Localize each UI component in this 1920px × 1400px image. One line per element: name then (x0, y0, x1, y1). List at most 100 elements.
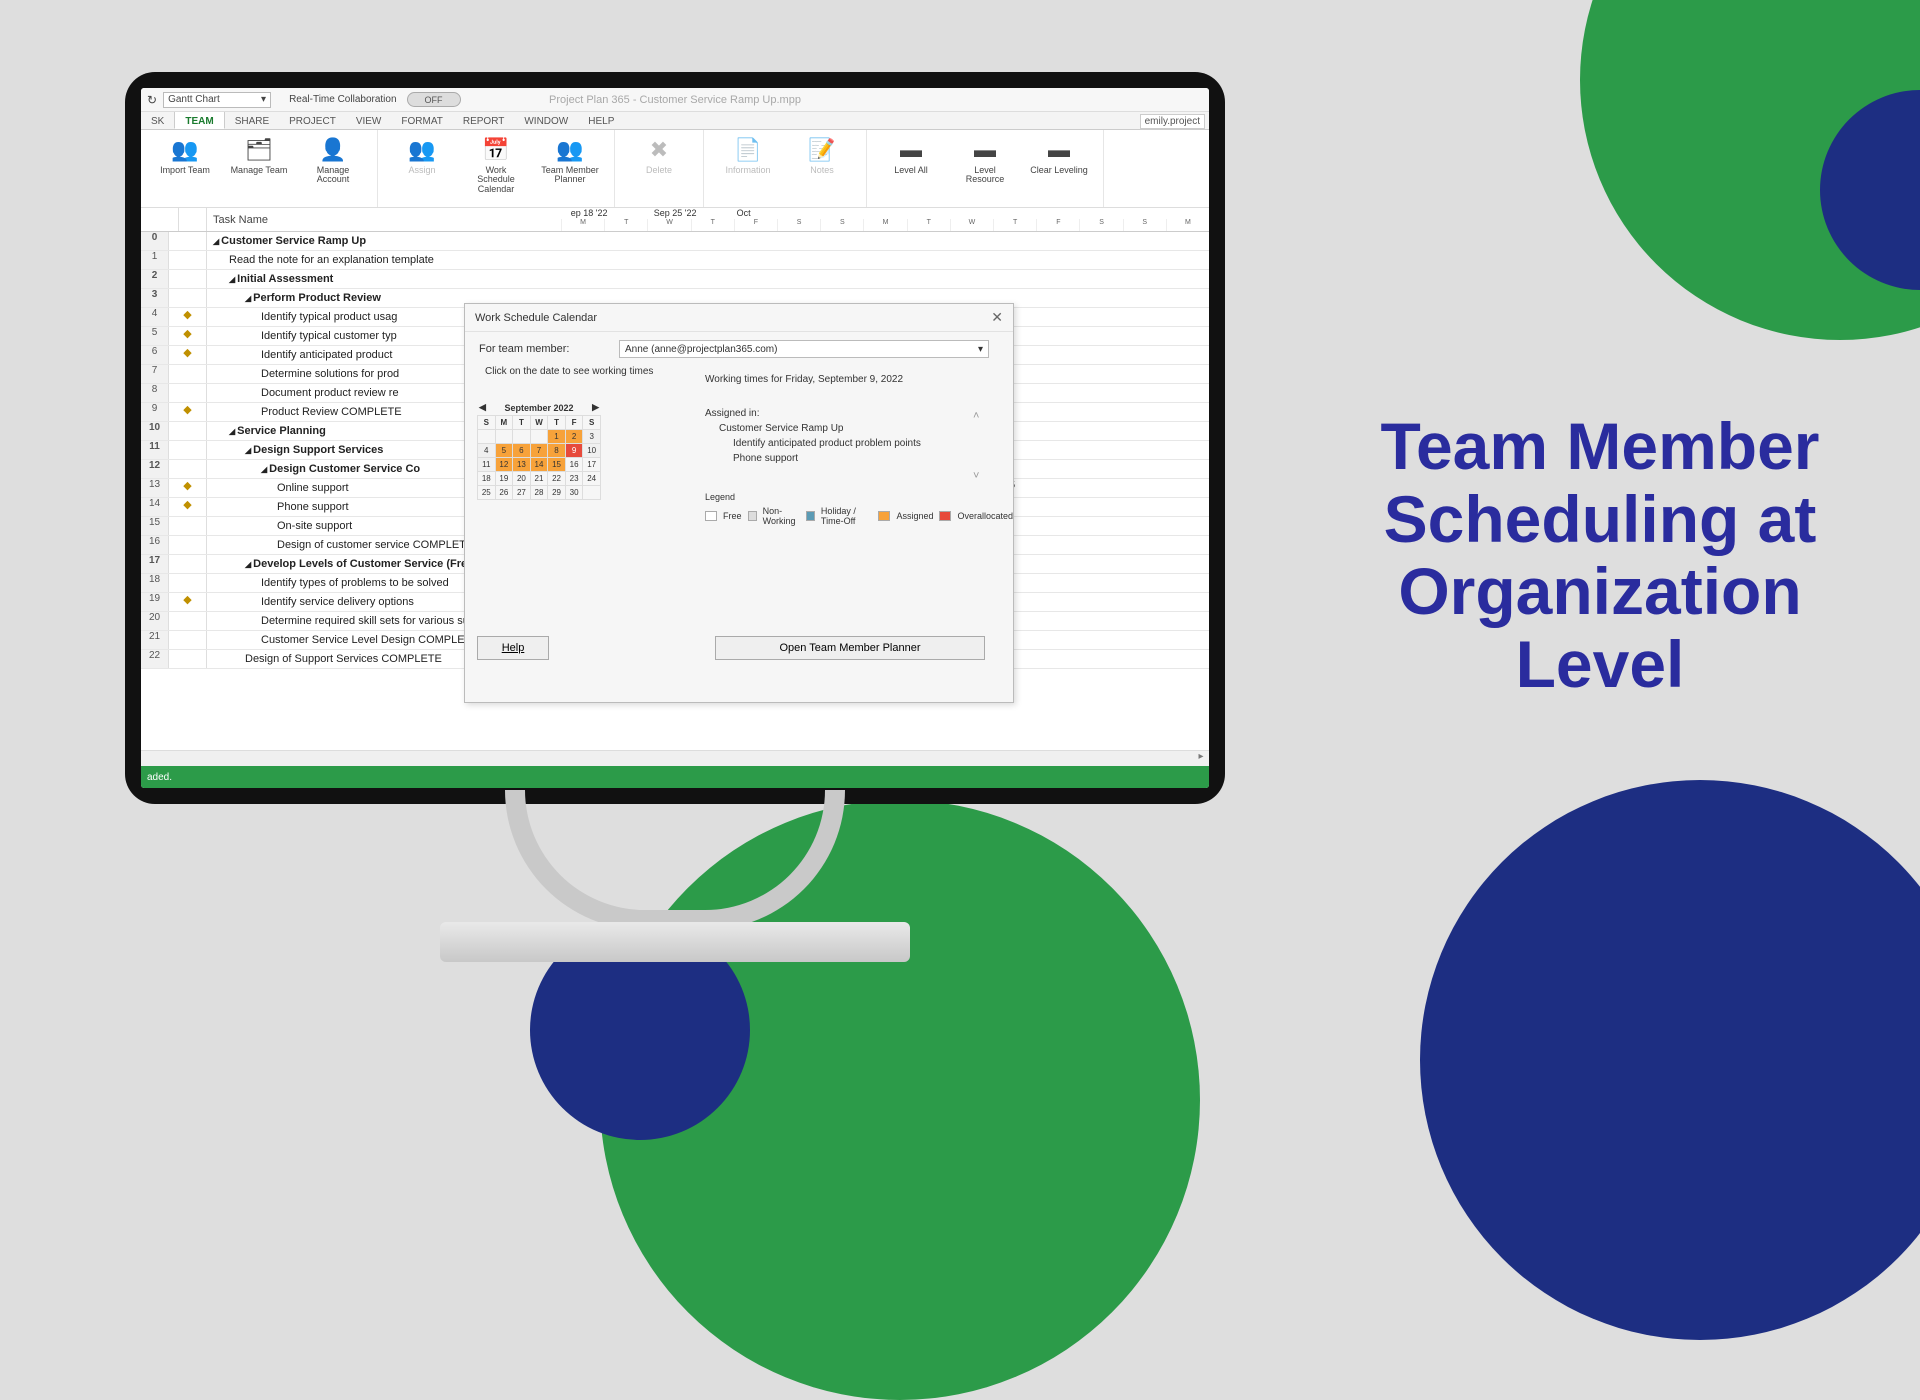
open-team-member-planner-button[interactable]: Open Team Member Planner (715, 636, 985, 660)
calendar-day[interactable] (478, 430, 496, 444)
calendar-day[interactable]: 25 (478, 486, 496, 500)
task-row[interactable]: 1Read the note for an explanation templa… (141, 251, 1209, 270)
calendar-day[interactable]: 14 (530, 458, 548, 472)
next-month-icon[interactable]: ▶ (592, 402, 599, 413)
indicator-icon (169, 365, 207, 383)
tab-team[interactable]: TEAM (174, 111, 224, 129)
calendar-day[interactable]: 1 (548, 430, 566, 444)
delete-icon: ✖ (650, 136, 668, 164)
tab-format[interactable]: FORMAT (391, 111, 452, 129)
tab-sk[interactable]: SK (141, 111, 174, 129)
calendar-day[interactable]: 29 (548, 486, 566, 500)
user-box[interactable]: emily.project (1140, 114, 1205, 129)
calendar-day[interactable]: 5 (495, 444, 513, 458)
tab-window[interactable]: WINDOW (514, 111, 578, 129)
calendar-day[interactable]: 6 (513, 444, 531, 458)
calendar-day[interactable]: 28 (530, 486, 548, 500)
indicator-icon (169, 612, 207, 630)
calendar-day[interactable] (583, 486, 601, 500)
calendar-day[interactable]: 2 (565, 430, 583, 444)
resource-cell[interactable] (593, 270, 693, 288)
chevron-down-icon: ▾ (261, 94, 266, 105)
notes-button: 📝Notes (792, 136, 852, 201)
calendar-day[interactable]: 4 (478, 444, 496, 458)
task-name-header[interactable]: Task Name (207, 208, 561, 231)
calendar-day[interactable]: 3 (583, 430, 601, 444)
collapse-icon[interactable]: ◢ (245, 446, 251, 455)
indicator-icon (169, 460, 207, 478)
quick-access-toolbar: ↻ Gantt Chart▾ Real-Time Collaboration O… (141, 88, 1209, 112)
level-all-button[interactable]: ▬Level All (881, 136, 941, 201)
assigned-in-panel: Assigned in: Customer Service Ramp Up Id… (705, 406, 921, 466)
delete-button: ✖Delete (629, 136, 689, 201)
import-team-button[interactable]: 👥Import Team (155, 136, 215, 201)
resource-cell[interactable] (593, 251, 693, 269)
calendar-day[interactable]: 21 (530, 472, 548, 486)
calendar-day[interactable]: 13 (513, 458, 531, 472)
status-bar: aded. (141, 766, 1209, 788)
calendar-day[interactable]: 17 (583, 458, 601, 472)
calendar-day[interactable]: 9 (565, 444, 583, 458)
calendar-day[interactable]: 18 (478, 472, 496, 486)
calendar-day[interactable]: 24 (583, 472, 601, 486)
information-button: 📄Information (718, 136, 778, 201)
mini-calendar[interactable]: ◀ September 2022 ▶ SMTWTFS12345678910111… (477, 402, 601, 500)
collapse-icon[interactable]: ◢ (245, 294, 251, 303)
work-schedule-calendar-button[interactable]: 📅Work Schedule Calendar (466, 136, 526, 201)
calendar-day[interactable]: 8 (548, 444, 566, 458)
calendar-day[interactable]: 26 (495, 486, 513, 500)
collapse-icon[interactable]: ◢ (245, 560, 251, 569)
close-icon[interactable]: ✕ (991, 309, 1003, 326)
tab-view[interactable]: VIEW (346, 111, 392, 129)
task-row[interactable]: 2◢Initial Assessment (141, 270, 1209, 289)
h-scrollbar[interactable]: ▸ (141, 750, 1209, 766)
indicator-icon (169, 270, 207, 288)
collapse-icon[interactable]: ◢ (229, 275, 235, 284)
prev-month-icon[interactable]: ◀ (479, 402, 486, 413)
notes-icon: 📝 (808, 136, 835, 164)
tab-project[interactable]: PROJECT (279, 111, 346, 129)
task-row[interactable]: 0◢Customer Service Ramp Up (141, 232, 1209, 251)
team-member-planner-button[interactable]: 👥Team Member Planner (540, 136, 600, 201)
scroll-up-icon[interactable]: ˄ (973, 410, 979, 422)
collapse-icon[interactable]: ◢ (229, 427, 235, 436)
manage-team-button[interactable]: 🗂Manage Team (229, 136, 289, 201)
calendar-day[interactable]: 30 (565, 486, 583, 500)
tab-share[interactable]: SHARE (225, 111, 279, 129)
scroll-down-icon[interactable]: ˅ (973, 470, 979, 482)
work-schedule-calendar-dialog: Work Schedule Calendar ✕ For team member… (464, 303, 1014, 703)
level-resource-button[interactable]: ▬Level Resource (955, 136, 1015, 201)
calendar-day[interactable]: 22 (548, 472, 566, 486)
clear-leveling-button[interactable]: ▬Clear Leveling (1029, 136, 1089, 201)
calendar-day[interactable]: 19 (495, 472, 513, 486)
calendar-day[interactable]: 11 (478, 458, 496, 472)
calendar-day[interactable] (530, 430, 548, 444)
tab-help[interactable]: HELP (578, 111, 624, 129)
indicator-icon (169, 574, 207, 592)
calendar-day[interactable]: 7 (530, 444, 548, 458)
collapse-icon[interactable]: ◢ (213, 237, 219, 246)
calendar-day[interactable]: 23 (565, 472, 583, 486)
indicator-icon (169, 422, 207, 440)
collapse-icon[interactable]: ◢ (261, 465, 267, 474)
member-dropdown[interactable]: Anne (anne@projectplan365.com)▾ (619, 340, 989, 358)
ribbon: 👥Import Team🗂Manage Team👤Manage Account 👥… (141, 130, 1209, 208)
calendar-day[interactable]: 20 (513, 472, 531, 486)
calendar-day[interactable]: 15 (548, 458, 566, 472)
calendar-day[interactable]: 16 (565, 458, 583, 472)
calendar-day[interactable]: 10 (583, 444, 601, 458)
tab-report[interactable]: REPORT (453, 111, 515, 129)
manage-account-button[interactable]: 👤Manage Account (303, 136, 363, 201)
help-button[interactable]: Help (477, 636, 549, 660)
team-member-planner-icon: 👥 (556, 136, 583, 164)
rtc-toggle[interactable]: OFF (407, 92, 461, 107)
resource-cell[interactable] (593, 232, 693, 250)
calendar-day[interactable] (495, 430, 513, 444)
calendar-day[interactable] (513, 430, 531, 444)
calendar-day[interactable]: 12 (495, 458, 513, 472)
view-selector[interactable]: Gantt Chart▾ (163, 92, 271, 108)
indicator-icon: ◆ (169, 498, 207, 516)
level-resource-icon: ▬ (974, 136, 996, 164)
redo-icon[interactable]: ↻ (147, 93, 157, 107)
calendar-day[interactable]: 27 (513, 486, 531, 500)
